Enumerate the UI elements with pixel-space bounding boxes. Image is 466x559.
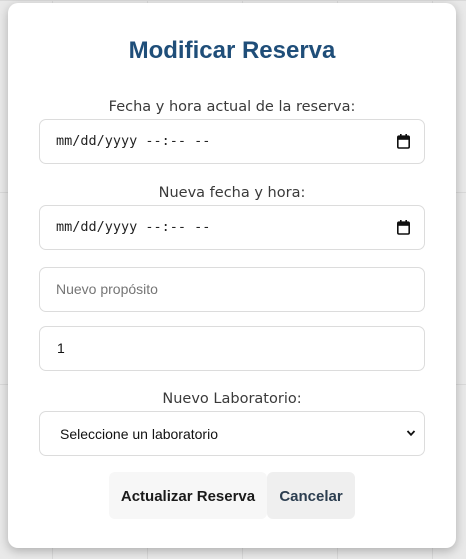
laboratory-select[interactable]: Seleccione un laboratorio: [39, 411, 425, 456]
quantity-value: 1: [57, 340, 65, 356]
chevron-down-icon: [406, 430, 416, 437]
laboratory-label: Nuevo Laboratorio:: [162, 391, 302, 407]
current-datetime-input[interactable]: mm/dd/yyyy --:-- --: [39, 119, 425, 164]
purpose-input[interactable]: Nuevo propósito: [39, 267, 425, 312]
new-datetime-label: Nueva fecha y hora:: [158, 185, 306, 201]
new-datetime-input[interactable]: mm/dd/yyyy --:-- --: [39, 205, 425, 250]
calendar-icon[interactable]: [397, 220, 410, 235]
cancel-button[interactable]: Cancelar: [267, 472, 355, 519]
calendar-icon[interactable]: [397, 134, 410, 149]
current-datetime-label: Fecha y hora actual de la reserva:: [108, 99, 356, 115]
new-datetime-value: mm/dd/yyyy --:-- --: [56, 219, 211, 235]
update-reservation-button[interactable]: Actualizar Reserva: [109, 472, 267, 519]
quantity-input[interactable]: 1: [39, 326, 425, 371]
modify-reservation-modal: Modificar Reserva Fecha y hora actual de…: [8, 3, 456, 548]
purpose-placeholder: Nuevo propósito: [56, 281, 158, 297]
current-datetime-value: mm/dd/yyyy --:-- --: [56, 133, 211, 149]
laboratory-selected-value: Seleccione un laboratorio: [60, 426, 218, 442]
modal-title: Modificar Reserva: [128, 37, 336, 64]
